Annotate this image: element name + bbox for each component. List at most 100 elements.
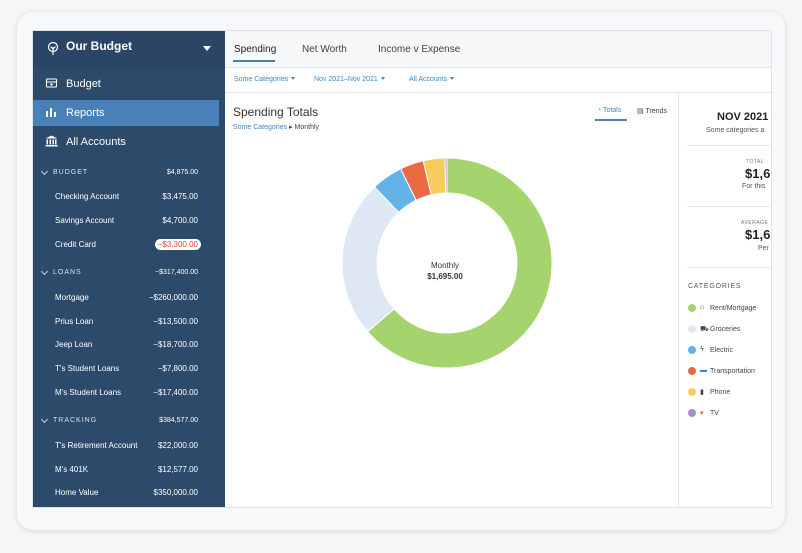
account-row[interactable]: Checking Account $3,475.00 [33,188,225,206]
average-note: Per [758,245,769,252]
account-row[interactable]: T's Student Loans −$7,800.00 [33,360,225,378]
legend-label: Rent/Mortgage [710,305,757,312]
total-note: For this [742,183,766,190]
account-balance: $4,700.00 [162,216,198,225]
bar-chart-icon [45,106,58,121]
chevron-down-icon [40,167,49,176]
caret-down-icon [450,77,455,80]
toggle-label: Trends [645,108,667,115]
chevron-down-icon [40,415,49,424]
account-row[interactable]: Credit Card −$3,300.00 [33,236,225,254]
tab-income-v-expense[interactable]: Income v Expense [378,44,460,55]
totals-toggle[interactable]: ◔ Totals [597,107,621,114]
bank-building-icon [45,77,58,92]
budget-name: Our Budget [66,39,132,53]
account-name: Savings Account [55,216,115,225]
account-name: Jeep Loan [55,340,93,349]
filter-bar: Some Categories Nov 2021–Nov 2021 All Ac… [225,67,771,93]
group-name: TRACKING [53,417,98,424]
summary-subtitle: Some categories a [706,127,765,134]
account-row[interactable]: Home Value $350,000.00 [33,484,225,502]
legend-dot [688,346,696,354]
account-name: Checking Account [55,192,120,201]
nav-budget[interactable]: Budget [33,71,219,97]
donut-slice-groceries[interactable] [341,186,400,333]
account-balance: −$7,800.00 [157,364,198,373]
average-label: AVERAGE [741,220,769,226]
tab-spending[interactable]: Spending [234,44,276,55]
nav-label: Budget [66,78,101,90]
average-value: $1,6 [745,227,771,242]
account-name: T's Student Loans [55,364,120,373]
house-icon: ⌂ [700,304,705,311]
account-group-loans[interactable]: LOANS −$317,400.00 [33,266,225,282]
account-balance: $350,000.00 [153,488,199,497]
nav-reports[interactable]: Reports [33,100,219,126]
donut-center-label: Monthly [430,261,459,270]
account-balance: $12,577.00 [157,465,198,474]
group-total: −$317,400.00 [154,269,198,276]
account-row[interactable]: Mortgage −$260,000.00 [33,289,225,307]
breadcrumb: Some Categories ▸ Monthly [233,123,319,131]
account-name: Mortgage [55,293,89,302]
account-row[interactable]: T's Retirement Account $22,000.00 [33,437,225,455]
budget-switcher[interactable]: Our Budget [33,31,225,69]
account-balance: −$18,700.00 [153,340,198,349]
category-filter-dropdown[interactable]: Some Categories [234,76,296,83]
legend-label: Phone [710,389,731,396]
account-balance: $22,000.00 [157,441,198,450]
total-label: TOTAL [746,159,765,165]
legend-label: Electric [710,347,733,354]
account-row[interactable]: M's 401K $12,577.00 [33,461,225,479]
filter-label: All Accounts [409,76,448,83]
divider [687,145,771,146]
account-row[interactable]: Prius Loan −$13,500.00 [33,313,225,331]
date-range-filter-dropdown[interactable]: Nov 2021–Nov 2021 [314,76,385,83]
institution-icon [45,135,58,150]
breadcrumb-link[interactable]: Some Categories [233,124,287,131]
account-name: M's Student Loans [55,388,122,397]
legend-dot [688,304,696,312]
account-row[interactable]: Savings Account $4,700.00 [33,212,225,230]
account-name: M's 401K [55,465,89,474]
toggle-label: Totals [603,107,622,114]
account-balance-negative-badge: −$3,300.00 [154,239,201,250]
group-name: LOANS [53,269,82,276]
legend-dot [688,409,696,417]
legend-label: Groceries [710,326,741,333]
filter-label: Some Categories [234,76,289,83]
tab-net-worth[interactable]: Net Worth [302,44,347,55]
donut-slice-tv[interactable] [444,157,448,194]
account-row[interactable]: M's Student Loans −$17,400.00 [33,384,225,402]
account-balance: −$260,000.00 [148,293,198,302]
account-row[interactable]: Jeep Loan −$18,700.00 [33,336,225,354]
account-balance: −$13,500.00 [153,317,198,326]
account-group-budget[interactable]: BUDGET $4,875.00 [33,166,225,182]
nav-label: All Accounts [66,136,126,148]
account-filter-dropdown[interactable]: All Accounts [409,76,455,83]
nav-all-accounts[interactable]: All Accounts [33,129,219,155]
total-value: $1,6 [745,166,771,181]
active-toggle-indicator [595,119,627,121]
chevron-down-icon [203,46,211,51]
breadcrumb-current: Monthly [294,124,320,131]
group-total: $4,875.00 [166,169,198,176]
legend-dot [688,388,696,396]
car-icon: ▬ [700,367,707,374]
report-title: Spending Totals [233,105,319,119]
account-group-tracking[interactable]: TRACKING $384,577.00 [33,414,225,430]
legend-label: TV [710,410,719,417]
tree-logo-icon [46,41,60,61]
categories-heading: CATEGORIES [688,283,742,290]
trends-toggle[interactable]: ▤ Trends [637,107,667,115]
legend-dot [688,367,696,375]
account-name: T's Retirement Account [55,441,138,450]
chevron-down-icon [40,267,49,276]
cart-icon: ⛟ [700,326,709,333]
phone-icon: ▮ [700,389,704,396]
donut-center-value: $1,695.00 [427,272,463,281]
filter-label: Nov 2021–Nov 2021 [314,76,378,83]
report-panel: Spending Totals Some Categories ▸ Monthl… [225,93,678,507]
legend-dot [688,325,696,333]
account-balance: −$17,400.00 [153,388,198,397]
